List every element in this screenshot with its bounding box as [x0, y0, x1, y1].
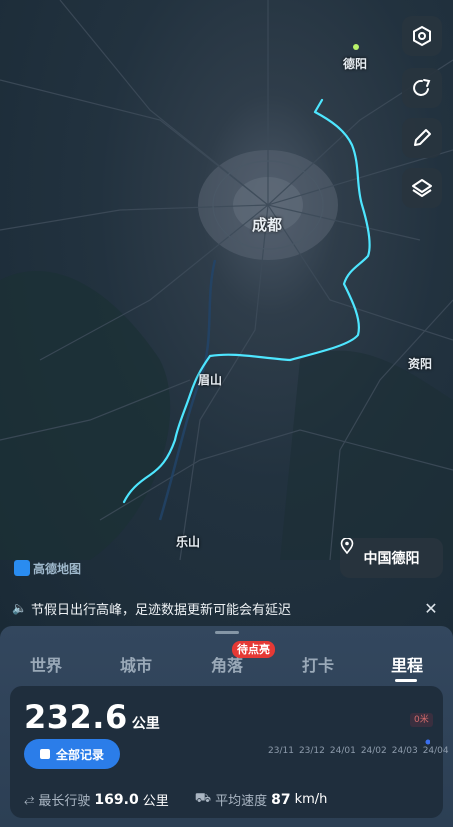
month-tick: 24/03	[391, 746, 418, 756]
map-logo-text: 高德地图	[33, 561, 82, 576]
speaker-icon: 🔈	[12, 601, 27, 615]
distance-value: 232.6	[24, 698, 128, 736]
share-button[interactable]	[402, 68, 442, 108]
map-logo: 高德地图	[14, 560, 81, 576]
notice-bar: 🔈 节假日出行高峰，足迹数据更新可能会有延迟 ✕	[0, 590, 453, 626]
longest-drive-unit: 公里	[142, 794, 169, 809]
tab-mileage[interactable]: 里程	[391, 652, 423, 676]
tab-checkin[interactable]: 打卡	[302, 652, 334, 676]
distance-unit: 公里	[131, 716, 160, 732]
month-tick: 23/12	[298, 746, 325, 756]
location-chip-label: 中国德阳	[363, 551, 420, 567]
all-records-button[interactable]: 全部记录	[24, 739, 120, 769]
city-label-chengdu: 成都	[252, 216, 283, 234]
tab-world[interactable]: 世界	[30, 652, 62, 676]
tab-bar: 世界 城市 角落 打卡 里程	[0, 652, 453, 682]
month-tick: 23/11	[268, 746, 294, 756]
longest-drive-label: 最长行驶	[38, 794, 91, 809]
location-chip[interactable]: 中国德阳	[340, 538, 443, 578]
avg-speed-label: 平均速度	[215, 794, 268, 809]
city-label-leshan: 乐山	[176, 535, 201, 549]
all-records-label: 全部记录	[55, 747, 104, 762]
notice-text: 节假日出行高峰，足迹数据更新可能会有延迟	[30, 602, 291, 618]
avg-speed-value: 87	[271, 791, 291, 808]
month-tick: 24/02	[360, 746, 387, 756]
layers-icon	[412, 179, 432, 197]
active-tab-indicator	[395, 679, 417, 682]
drag-handle[interactable]	[215, 631, 239, 634]
avg-speed-unit: km/h	[294, 792, 328, 807]
mileage-card: 232.6 公里 全部记录 0米 23/11 23/12 24/01 24/02…	[10, 686, 449, 818]
map-view[interactable]: 德阳 成都 眉山 资阳 乐山 高德地图 中国德阳	[0, 0, 453, 640]
amap-logo-icon	[14, 560, 30, 576]
distance-total: 232.6 公里	[24, 698, 160, 736]
share-icon	[413, 79, 431, 96]
settings-hex-icon	[413, 25, 431, 47]
timeline-end-dot	[425, 739, 430, 745]
month-tick: 24/04	[422, 746, 449, 756]
tab-city[interactable]: 城市	[120, 652, 152, 676]
stats-row: ⥄ 最长行驶 169.0 公里 ⛟ 平均速度 87 km/h	[24, 790, 327, 809]
layers-button[interactable]	[402, 168, 442, 208]
city-label-deyang: 德阳	[343, 57, 368, 71]
close-icon[interactable]: ✕	[421, 599, 441, 618]
longest-drive-value: 169.0	[94, 791, 139, 808]
city-label-ziyang: 资阳	[408, 357, 433, 371]
car-icon: ⛟	[194, 791, 212, 806]
city-dot-icon	[353, 44, 359, 50]
location-pin-icon	[340, 538, 354, 554]
list-icon	[39, 749, 50, 759]
month-tick: 24/01	[329, 746, 356, 756]
zero-meter-label: 0米	[410, 713, 433, 727]
unlock-badge: 待点亮	[232, 641, 275, 658]
month-axis: 23/11 23/12 24/01 24/02 24/03 24/04	[268, 746, 449, 756]
timeline-chart	[278, 739, 430, 745]
settings-button[interactable]	[402, 16, 442, 56]
city-label-meishan: 眉山	[198, 373, 223, 387]
longest-drive-icon: ⥄	[24, 792, 35, 807]
edit-button[interactable]	[402, 118, 442, 158]
bottom-sheet: 世界 城市 角落 打卡 里程 待点亮 232.6 公里 全部记录 0米 23/1…	[0, 626, 453, 827]
edit-pen-icon	[414, 129, 431, 146]
